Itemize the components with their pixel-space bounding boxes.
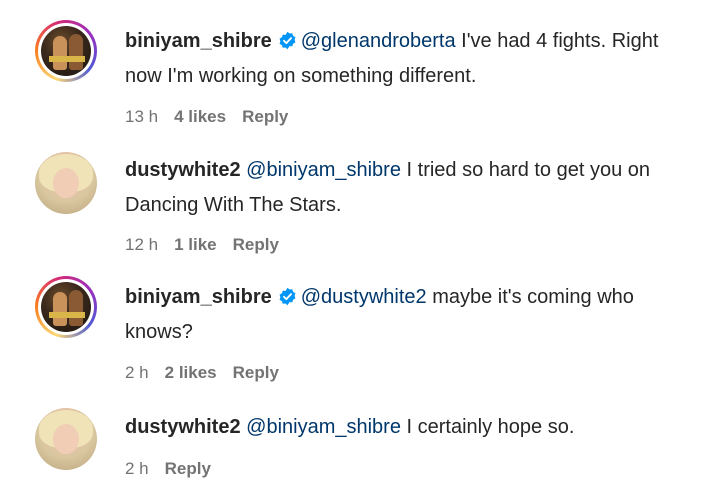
- comment-text: biniyam_shibre @glenandroberta I've had 4…: [125, 24, 700, 94]
- timestamp: 12 h: [125, 235, 159, 254]
- mention-link[interactable]: @biniyam_shibre: [246, 159, 401, 181]
- timestamp: 2 h: [125, 363, 149, 382]
- mention-link[interactable]: @glenandroberta: [301, 30, 456, 52]
- comment-meta: 13 h 4 likes Reply: [125, 105, 304, 129]
- avatar[interactable]: [35, 276, 97, 338]
- avatar[interactable]: [35, 20, 97, 82]
- comment-text: dustywhite2 @biniyam_shibre I tried so h…: [125, 153, 700, 223]
- mention-link[interactable]: @biniyam_shibre: [246, 416, 401, 438]
- likes-count[interactable]: 2 likes: [165, 363, 217, 382]
- likes-count[interactable]: 4 likes: [174, 107, 226, 126]
- comment-meta: 2 h Reply: [125, 457, 227, 481]
- comment-meta: 12 h 1 like Reply: [125, 233, 295, 257]
- comment-text: dustywhite2 @biniyam_shibre I certainly …: [125, 410, 700, 445]
- likes-count[interactable]: 1 like: [174, 235, 217, 254]
- mention-link[interactable]: @dustywhite2: [301, 286, 427, 308]
- reply-button[interactable]: Reply: [165, 459, 211, 478]
- timestamp: 2 h: [125, 459, 149, 478]
- verified-badge-icon: [279, 287, 296, 306]
- username[interactable]: biniyam_shibre: [125, 30, 272, 52]
- avatar[interactable]: [35, 152, 97, 214]
- avatar[interactable]: [35, 408, 97, 470]
- reply-button[interactable]: Reply: [233, 363, 279, 382]
- username[interactable]: dustywhite2: [125, 159, 241, 181]
- reply-button[interactable]: Reply: [233, 235, 279, 254]
- comment-meta: 2 h 2 likes Reply: [125, 361, 295, 385]
- comment-body: I certainly hope so.: [400, 416, 575, 438]
- username[interactable]: dustywhite2: [125, 416, 241, 438]
- timestamp: 13 h: [125, 107, 159, 126]
- reply-button[interactable]: Reply: [242, 107, 288, 126]
- username[interactable]: biniyam_shibre: [125, 286, 272, 308]
- comment-text: biniyam_shibre @dustywhite2 maybe it's co…: [125, 280, 700, 350]
- verified-badge-icon: [279, 31, 296, 50]
